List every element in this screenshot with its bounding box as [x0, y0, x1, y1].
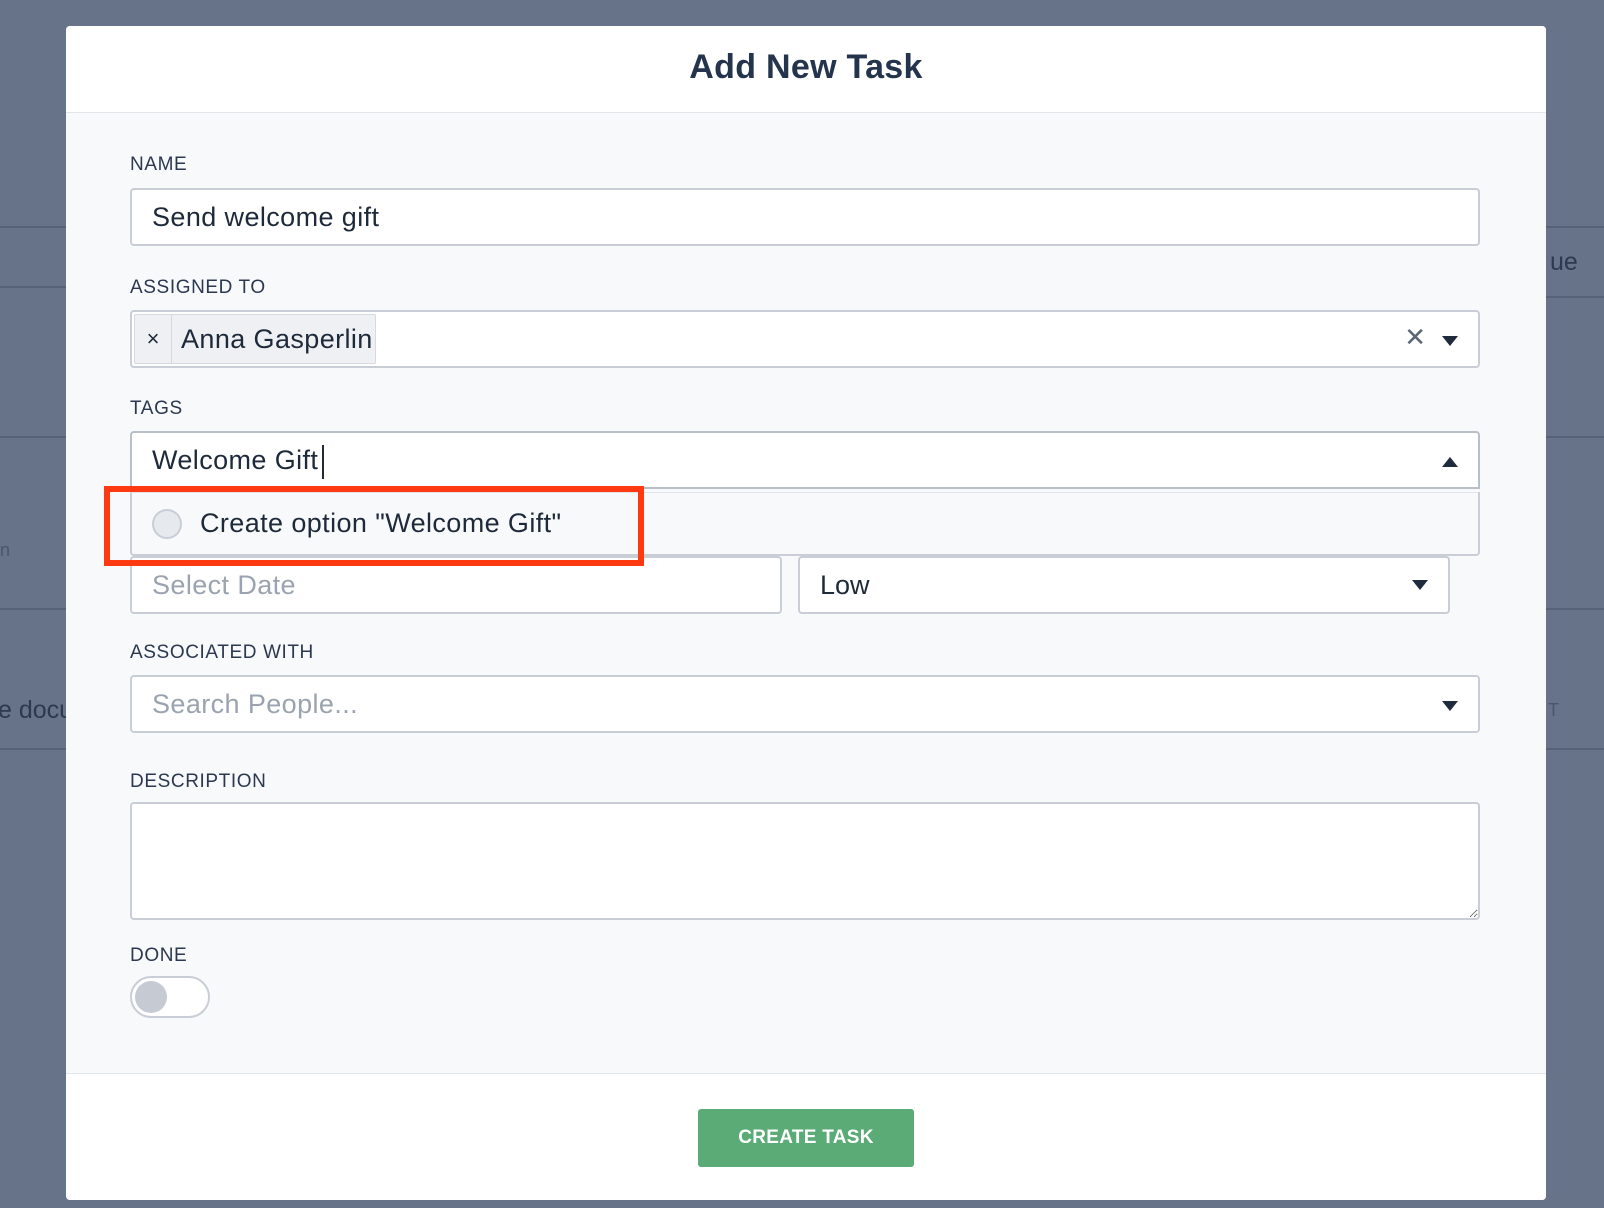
description-label: DESCRIPTION — [130, 771, 267, 792]
modal-footer: CREATE TASK — [66, 1073, 1546, 1200]
name-field-wrapper — [130, 188, 1480, 246]
description-textarea[interactable] — [130, 802, 1480, 920]
background-text: n — [0, 540, 11, 560]
tags-label: TAGS — [130, 398, 183, 419]
priority-select[interactable]: Low — [798, 556, 1450, 614]
background-divider — [1546, 436, 1604, 438]
text-cursor — [322, 445, 324, 479]
background-divider — [1546, 748, 1604, 750]
background-divider — [1546, 608, 1604, 610]
name-input[interactable] — [152, 198, 1352, 236]
background-divider — [1546, 226, 1604, 228]
assignee-chip-label: Anna Gasperlin — [181, 324, 373, 354]
background-divider — [0, 748, 66, 750]
priority-value: Low — [820, 570, 870, 600]
search-people-input[interactable] — [152, 685, 1352, 723]
background-text: ue — [1550, 248, 1578, 276]
assigned-to-label: ASSIGNED TO — [130, 277, 266, 298]
assignee-chip: × Anna Gasperlin — [134, 314, 376, 364]
chevron-down-icon[interactable] — [1442, 336, 1458, 346]
name-label: NAME — [130, 154, 188, 175]
tags-input[interactable] — [152, 441, 1352, 479]
chip-remove-icon[interactable]: × — [135, 315, 172, 363]
due-date-input[interactable] — [152, 566, 752, 604]
create-task-button[interactable]: CREATE TASK — [698, 1109, 914, 1167]
background-divider — [0, 608, 66, 610]
done-toggle[interactable] — [130, 976, 210, 1018]
highlight-annotation — [104, 486, 644, 566]
background-text: e docu — [0, 696, 74, 724]
background-text: T — [1548, 700, 1559, 720]
background-divider — [0, 286, 66, 288]
add-task-modal: Add New Task NAME ASSIGNED TO × Anna Gas… — [66, 26, 1546, 1200]
toggle-knob — [135, 981, 167, 1013]
associated-with-label: ASSOCIATED WITH — [130, 642, 314, 663]
tags-select[interactable] — [130, 431, 1480, 489]
associated-with-select[interactable] — [130, 675, 1480, 733]
chevron-down-icon[interactable] — [1442, 701, 1458, 711]
chevron-up-icon[interactable] — [1442, 457, 1458, 467]
done-label: DONE — [130, 945, 188, 966]
chevron-down-icon[interactable] — [1412, 580, 1428, 590]
background-divider — [0, 436, 66, 438]
modal-header: Add New Task — [66, 26, 1546, 113]
modal-title: Add New Task — [689, 48, 923, 86]
clear-icon[interactable]: ✕ — [1404, 322, 1426, 353]
background-divider — [0, 226, 66, 228]
background-divider — [1546, 296, 1604, 298]
assigned-to-select[interactable]: × Anna Gasperlin ✕ — [130, 310, 1480, 368]
